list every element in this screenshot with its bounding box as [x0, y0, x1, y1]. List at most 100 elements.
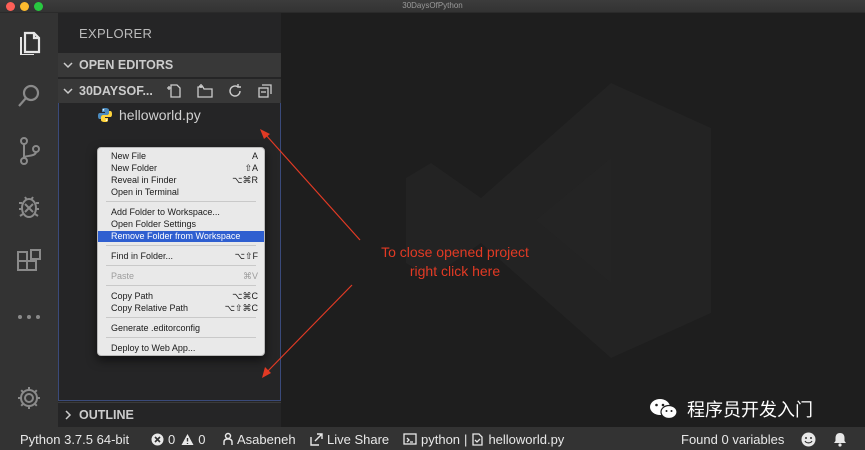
menu-item-label: Copy Path — [111, 291, 154, 301]
live-share-user-status[interactable]: Asabeneh — [223, 431, 296, 447]
notifications-button[interactable] — [833, 431, 851, 447]
menu-item-open-folder-settings[interactable]: Open Folder Settings — [98, 219, 264, 230]
menu-item-label: Paste — [111, 271, 135, 281]
menu-separator — [106, 285, 256, 286]
error-icon — [151, 433, 164, 445]
open-editors-label: OPEN EDITORS — [79, 58, 174, 72]
wechat-icon — [650, 399, 678, 420]
menu-separator — [106, 265, 256, 266]
refresh-icon — [229, 84, 241, 97]
menu-item-label: New File — [111, 151, 147, 161]
menu-item-shortcut: ⌘V — [242, 271, 258, 281]
folder-label: 30DAYSOF... — [79, 84, 153, 98]
menu-item-deploy-to-web-app[interactable]: Deploy to Web App... — [98, 343, 264, 354]
live-share-label: Live Share — [327, 431, 390, 447]
refresh-button[interactable] — [226, 82, 244, 100]
python-interpreter-status[interactable]: Python 3.7.5 64-bit — [20, 431, 129, 447]
activity-source-control[interactable] — [12, 134, 46, 168]
folder-header[interactable]: 30DAYSOF... — [58, 79, 281, 103]
menu-item-shortcut: ⌥⇧⌘C — [224, 303, 258, 313]
file-item[interactable]: helloworld.py — [97, 105, 201, 125]
language-label: python — [421, 431, 461, 447]
editor-area — [281, 13, 865, 427]
title-bar: 30DaysOfPython — [0, 0, 865, 13]
live-share-button[interactable]: Live Share — [310, 431, 389, 447]
chevron-right-icon — [65, 410, 72, 420]
more-icon — [18, 315, 40, 319]
menu-item-add-folder-to-workspace[interactable]: Add Folder to Workspace... — [98, 207, 264, 218]
python-interpreter-label: Python 3.7.5 64-bit — [20, 431, 130, 447]
activity-more[interactable] — [12, 300, 46, 334]
menu-separator — [106, 317, 256, 318]
context-menu: New File A New Folder ⇧A Reveal in Finder ⌥… — [97, 147, 265, 356]
collapse-all-icon — [258, 84, 272, 98]
new-folder-button[interactable] — [196, 82, 214, 100]
menu-item-label: Copy Relative Path — [111, 303, 189, 313]
menu-item-label: Reveal in Finder — [111, 175, 177, 185]
annotation-line-2: right click here — [409, 263, 501, 279]
warning-icon — [181, 433, 194, 445]
collapse-all-button[interactable] — [256, 82, 274, 100]
outline-label: OUTLINE — [79, 408, 134, 422]
menu-item-copy-path[interactable]: Copy Path ⌥⌘C — [98, 291, 264, 302]
menu-item-generate-editorconfig[interactable]: Generate .editorconfig — [98, 323, 264, 334]
explorer-icon — [20, 31, 41, 55]
chevron-down-icon — [63, 88, 73, 95]
problems-status[interactable]: 0 0 — [151, 431, 205, 447]
activity-extensions[interactable] — [12, 245, 46, 279]
language-icon — [403, 433, 417, 445]
error-count: 0 — [168, 431, 176, 447]
menu-item-shortcut: ⌥⇧F — [234, 251, 258, 261]
menu-item-label: Open Folder Settings — [111, 219, 197, 229]
status-divider: | — [464, 431, 468, 447]
menu-item-remove-folder-from-workspace[interactable]: Remove Folder from Workspace — [98, 231, 264, 242]
menu-item-label: Add Folder to Workspace... — [111, 207, 220, 217]
activity-search[interactable] — [12, 79, 46, 113]
watermark: 程序员开发入门 — [649, 396, 813, 422]
language-mode-status[interactable]: python | helloworld.py — [403, 431, 564, 447]
variables-label: Found 0 variables — [681, 431, 785, 447]
feedback-button[interactable] — [801, 431, 820, 447]
python-file-icon — [98, 108, 112, 122]
menu-item-new-file[interactable]: New File A — [98, 151, 264, 162]
menu-item-label: Find in Folder... — [111, 251, 174, 261]
outline-header[interactable]: OUTLINE — [58, 402, 281, 426]
status-bar: Python 3.7.5 64-bit 0 0 Asabeneh Live Sh… — [0, 427, 865, 450]
menu-item-label: Remove Folder from Workspace — [111, 231, 241, 241]
activity-bar — [0, 13, 58, 427]
menu-separator — [106, 245, 256, 246]
chevron-down-icon — [63, 62, 73, 69]
source-control-icon — [20, 137, 40, 165]
menu-item-shortcut: ⌥⌘C — [232, 291, 258, 301]
menu-item-shortcut: ⌥⌘R — [232, 175, 258, 185]
share-arrow-icon — [310, 432, 323, 446]
new-file-button[interactable] — [165, 82, 183, 100]
open-editors-header[interactable]: OPEN EDITORS — [58, 53, 281, 77]
file-check-icon — [472, 432, 484, 446]
menu-item-label: Deploy to Web App... — [111, 343, 196, 353]
menu-item-find-in-folder[interactable]: Find in Folder... ⌥⇧F — [98, 251, 264, 262]
bell-icon — [834, 432, 846, 447]
menu-item-reveal-in-finder[interactable]: Reveal in Finder ⌥⌘R — [98, 175, 264, 186]
active-file-label: helloworld.py — [488, 431, 565, 447]
sidebar-title: EXPLORER — [79, 26, 153, 41]
menu-item-shortcut: A — [251, 151, 258, 161]
menu-separator — [106, 201, 256, 202]
warning-count: 0 — [198, 431, 206, 447]
annotation-line-1: To close opened project — [381, 244, 529, 260]
search-icon — [18, 84, 40, 107]
gear-icon — [18, 387, 40, 409]
activity-explorer[interactable] — [12, 24, 46, 58]
file-name: helloworld.py — [119, 107, 201, 123]
manage-button[interactable] — [12, 381, 46, 415]
new-folder-icon — [197, 84, 213, 98]
menu-item-new-folder[interactable]: New Folder ⇧A — [98, 163, 264, 174]
menu-item-open-in-terminal[interactable]: Open in Terminal — [98, 187, 264, 198]
variables-status[interactable]: Found 0 variables — [681, 431, 784, 447]
smiley-icon — [801, 432, 816, 446]
menu-item-copy-relative-path[interactable]: Copy Relative Path ⌥⇧⌘C — [98, 303, 264, 314]
menu-item-label: Generate .editorconfig — [111, 323, 201, 333]
extensions-icon — [17, 249, 41, 271]
activity-debug[interactable] — [12, 189, 46, 223]
menu-item-label: New Folder — [111, 163, 158, 173]
